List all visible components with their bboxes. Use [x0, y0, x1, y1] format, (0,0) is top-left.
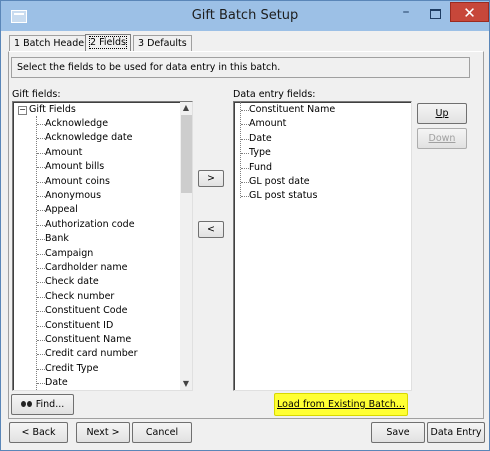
- cancel-button[interactable]: Cancel: [132, 422, 192, 443]
- list-item[interactable]: GL post date: [249, 175, 310, 189]
- list-item[interactable]: Bank: [45, 232, 69, 246]
- find-button-label: Find...: [35, 399, 65, 410]
- tree-connector: [37, 196, 45, 197]
- down-button-label: Down: [428, 133, 456, 144]
- tree-connector: [241, 138, 249, 140]
- list-item[interactable]: Type: [249, 146, 271, 160]
- gift-fields-list[interactable]: − Gift Fields Acknowledge Acknowledge dat…: [12, 101, 193, 391]
- tab-fields-label: 2 Fields: [89, 36, 127, 49]
- list-item[interactable]: Authorization code: [45, 218, 135, 232]
- close-button[interactable]: ✕: [450, 2, 489, 22]
- tab-defaults-label: 3 Defaults: [138, 38, 187, 49]
- tab-batch-header-label: 1 Batch Header: [14, 38, 88, 49]
- tree-connector: [37, 354, 45, 356]
- load-button-label: Load from Existing Batch...: [277, 399, 405, 410]
- list-item[interactable]: Cardholder name: [45, 261, 127, 275]
- list-item[interactable]: Check number: [45, 290, 114, 304]
- list-item[interactable]: Date: [45, 376, 68, 390]
- tree-connector: [37, 253, 45, 255]
- load-from-existing-batch-button[interactable]: Load from Existing Batch...: [274, 393, 408, 416]
- tree-connector: [37, 282, 45, 284]
- list-item[interactable]: Acknowledge date: [45, 131, 133, 145]
- find-button[interactable]: Find...: [11, 394, 74, 415]
- list-item[interactable]: Amount: [249, 117, 286, 131]
- scroll-thumb[interactable]: [181, 115, 192, 193]
- list-item[interactable]: Amount: [45, 146, 82, 160]
- tab-defaults[interactable]: 3 Defaults: [133, 35, 192, 51]
- back-button[interactable]: < Back: [9, 422, 68, 443]
- minimize-button[interactable]: –: [392, 4, 420, 24]
- tree-connector: [37, 181, 45, 183]
- list-item[interactable]: Constituent Name: [45, 333, 131, 347]
- list-item[interactable]: Credit Type: [45, 362, 98, 376]
- title-bar: Gift Batch Setup – ✕: [1, 1, 489, 31]
- list-item[interactable]: Credit card number: [45, 347, 138, 361]
- tree-connector: [37, 325, 45, 327]
- tree-connector: [37, 296, 45, 298]
- list-item[interactable]: GL post status: [249, 189, 317, 203]
- tree-connector: [37, 224, 45, 226]
- tree-connector: [37, 340, 45, 341]
- list-item[interactable]: Anonymous: [45, 189, 101, 203]
- maximize-icon: [430, 9, 441, 19]
- list-item[interactable]: Campaign: [45, 247, 93, 261]
- tree-connector: [241, 110, 249, 111]
- list-item[interactable]: Appeal: [45, 203, 78, 217]
- tree-connector: [241, 124, 249, 126]
- up-button-label: Up: [435, 108, 449, 119]
- tree-connector: [37, 383, 45, 385]
- tree-connector: [37, 167, 45, 169]
- binoculars-icon: [20, 399, 33, 408]
- data-entry-fields-list[interactable]: Constituent Name Amount Date Type Fund GL pos…: [233, 101, 412, 391]
- tree-connector: [241, 167, 249, 169]
- list-item[interactable]: Fund: [249, 161, 272, 175]
- tree-connector: [37, 268, 45, 269]
- list-item[interactable]: Constituent ID: [45, 319, 113, 333]
- next-button[interactable]: Next >: [76, 422, 130, 443]
- tree-connector: [37, 239, 45, 241]
- tree-line: [240, 102, 241, 198]
- tree-connector: [241, 196, 249, 198]
- tree-connector: [37, 152, 45, 154]
- data-entry-fields-label: Data entry fields:: [233, 89, 316, 100]
- tree-connector: [37, 124, 45, 125]
- down-button[interactable]: Down: [417, 128, 467, 149]
- list-item[interactable]: Amount bills: [45, 160, 104, 174]
- gift-fields-scrollbar[interactable]: ▲ ▼: [180, 102, 192, 390]
- save-button[interactable]: Save: [371, 422, 425, 443]
- tree-connector: [37, 210, 45, 212]
- list-item[interactable]: Amount coins: [45, 175, 110, 189]
- tree-connector: [241, 182, 249, 183]
- tab-batch-header[interactable]: 1 Batch Header: [9, 35, 93, 51]
- tab-fields[interactable]: 2 Fields: [85, 34, 131, 51]
- tree-connector: [37, 368, 45, 370]
- scroll-down-icon[interactable]: ▼: [180, 378, 192, 390]
- collapse-icon[interactable]: −: [18, 106, 27, 115]
- list-item[interactable]: Date: [249, 132, 272, 146]
- remove-field-button[interactable]: <: [198, 221, 224, 238]
- add-field-button[interactable]: >: [198, 170, 224, 187]
- data-entry-button[interactable]: Data Entry: [427, 422, 485, 443]
- list-item[interactable]: Acknowledge: [45, 117, 108, 131]
- tree-connector: [241, 153, 249, 155]
- list-item[interactable]: Constituent Name: [249, 103, 335, 117]
- tree-connector: [37, 311, 45, 313]
- tree-connector: [37, 138, 45, 140]
- up-button[interactable]: Up: [417, 103, 467, 124]
- list-item[interactable]: Constituent Code: [45, 304, 127, 318]
- gift-fields-label: Gift fields:: [12, 89, 61, 100]
- tree-root-gift-fields[interactable]: Gift Fields: [29, 103, 76, 117]
- list-item[interactable]: Check date: [45, 275, 99, 289]
- gift-batch-setup-window: Gift Batch Setup – ✕ 1 Batch Header 2 Fi…: [0, 0, 490, 451]
- scroll-up-icon[interactable]: ▲: [180, 102, 192, 114]
- maximize-button[interactable]: [421, 4, 449, 24]
- instructions-text: Select the fields to be used for data en…: [11, 57, 470, 78]
